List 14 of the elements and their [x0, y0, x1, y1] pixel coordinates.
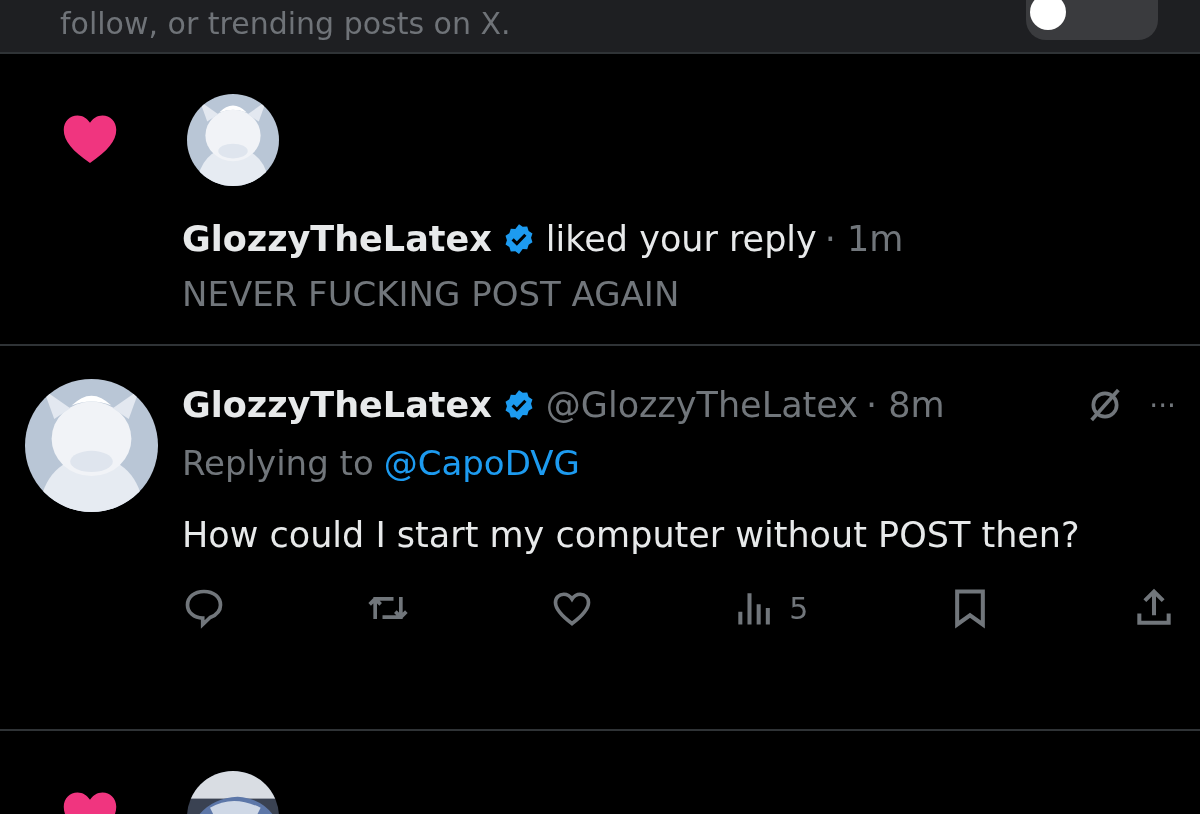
user-handle: @GlozzyTheLatex — [545, 385, 858, 425]
timestamp: · 1m — [824, 219, 904, 259]
banner-text: follow, or trending posts on X. — [60, 5, 511, 43]
user-name: GlozzyTheLatex — [182, 219, 492, 259]
replying-label: Replying to — [182, 443, 374, 483]
toggle-switch[interactable] — [1026, 0, 1158, 40]
user-name: GlozzyTheLatex — [182, 385, 492, 425]
view-count: 5 — [789, 590, 809, 626]
reply-text: NEVER FUCKING POST AGAIN — [182, 273, 681, 316]
timestamp: · 8m — [865, 385, 945, 425]
mention-link[interactable]: @CapoDVG — [383, 443, 580, 483]
post-text: How could I start my computer without POST then? — [182, 514, 1081, 557]
more-button[interactable]: ··· — [1149, 388, 1176, 422]
notification-action: liked your reply — [545, 219, 817, 259]
